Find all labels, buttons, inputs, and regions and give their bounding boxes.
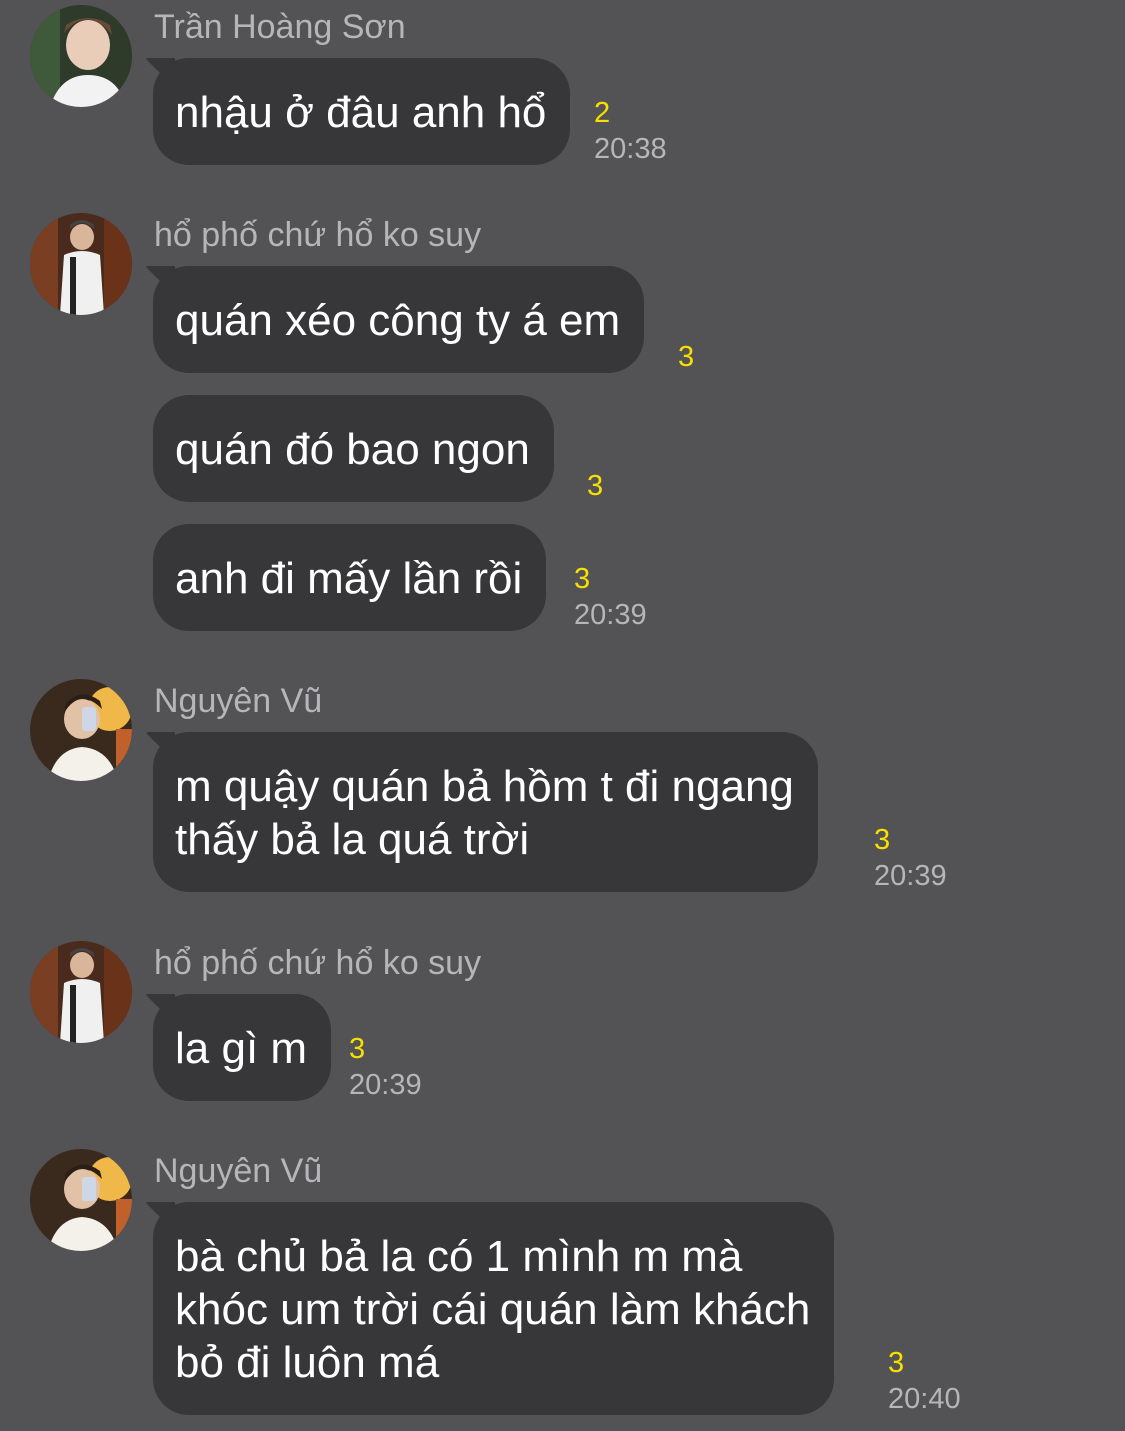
message-bubble[interactable]: m quậy quán bả hồm t đi ngang thấy bả la… (153, 732, 818, 892)
read-count: 3 (587, 470, 604, 502)
sender-name: Nguyên Vũ (154, 682, 323, 720)
read-count: 3 (678, 341, 695, 373)
avatar-photo-icon (30, 5, 132, 107)
avatar[interactable] (30, 5, 132, 107)
avatar[interactable] (30, 941, 132, 1043)
avatar-photo-icon (30, 679, 132, 781)
avatar[interactable] (30, 679, 132, 781)
message[interactable]: anh đi mấy lần rồi 3 20:39 (153, 524, 647, 631)
sender-name: Trần Hoàng Sơn (154, 8, 406, 46)
message-line: la gì m (175, 1024, 308, 1073)
message[interactable]: bà chủ bả la có 1 mình m mà khóc um trời… (153, 1202, 961, 1415)
message-meta: 3 (587, 470, 603, 502)
message-meta: 3 20:39 (874, 824, 947, 892)
message-line: khóc um trời cái quán làm khách (175, 1285, 811, 1334)
avatar-photo-icon (30, 1149, 132, 1251)
avatar[interactable] (30, 1149, 132, 1251)
message-meta: 3 20:39 (574, 563, 647, 631)
message-bubble[interactable]: bà chủ bả la có 1 mình m mà khóc um trời… (153, 1202, 835, 1415)
message-time: 20:39 (349, 1069, 422, 1101)
chat-thread[interactable]: Trần Hoàng Sơn nhậu ở đâu anh hổ 2 20:38 (0, 0, 1125, 1431)
message-line: anh đi mấy lần rồi (175, 554, 523, 603)
message[interactable]: quán xéo công ty á em 3 (153, 266, 694, 373)
read-count: 3 (888, 1347, 905, 1379)
read-count: 3 (574, 563, 591, 595)
message-bubble[interactable]: anh đi mấy lần rồi (153, 524, 547, 631)
message-line: quán xéo công ty á em (175, 296, 621, 345)
message-meta: 3 20:40 (888, 1347, 961, 1415)
message-line: thấy bả la quá trời (175, 815, 530, 864)
message[interactable]: la gì m 3 20:39 (153, 994, 422, 1101)
message-bubble[interactable]: quán xéo công ty á em (153, 266, 645, 373)
message-line: m quậy quán bả hồm t đi ngang (175, 762, 794, 811)
message-meta: 2 20:38 (594, 97, 667, 165)
message-line: quán đó bao ngon (175, 425, 530, 474)
avatar-photo-icon (30, 941, 132, 1043)
message[interactable]: m quậy quán bả hồm t đi ngang thấy bả la… (153, 732, 947, 892)
avatar[interactable] (30, 213, 132, 315)
message-time: 20:40 (888, 1383, 961, 1415)
message-bubble[interactable]: quán đó bao ngon (153, 395, 554, 502)
message-meta: 3 (678, 341, 694, 373)
message-bubble[interactable]: la gì m (153, 994, 332, 1101)
sender-name: hổ phố chứ hổ ko suy (154, 216, 482, 254)
read-count: 3 (349, 1033, 366, 1065)
message-time: 20:39 (574, 599, 647, 631)
message-time: 20:38 (594, 133, 667, 165)
message[interactable]: nhậu ở đâu anh hổ 2 20:38 (153, 58, 667, 165)
message-bubble[interactable]: nhậu ở đâu anh hổ (153, 58, 571, 165)
sender-name: hổ phố chứ hổ ko suy (154, 944, 482, 982)
sender-name: Nguyên Vũ (154, 1152, 323, 1190)
read-count: 3 (874, 824, 891, 856)
message[interactable]: quán đó bao ngon 3 (153, 395, 603, 502)
message-time: 20:39 (874, 860, 947, 892)
message-line: nhậu ở đâu anh hổ (175, 88, 547, 137)
avatar-photo-icon (30, 213, 132, 315)
read-count: 2 (594, 97, 611, 129)
message-line: bà chủ bả la có 1 mình m mà (175, 1232, 743, 1281)
message-line: bỏ đi luôn má (175, 1338, 440, 1387)
message-meta: 3 20:39 (349, 1033, 422, 1101)
